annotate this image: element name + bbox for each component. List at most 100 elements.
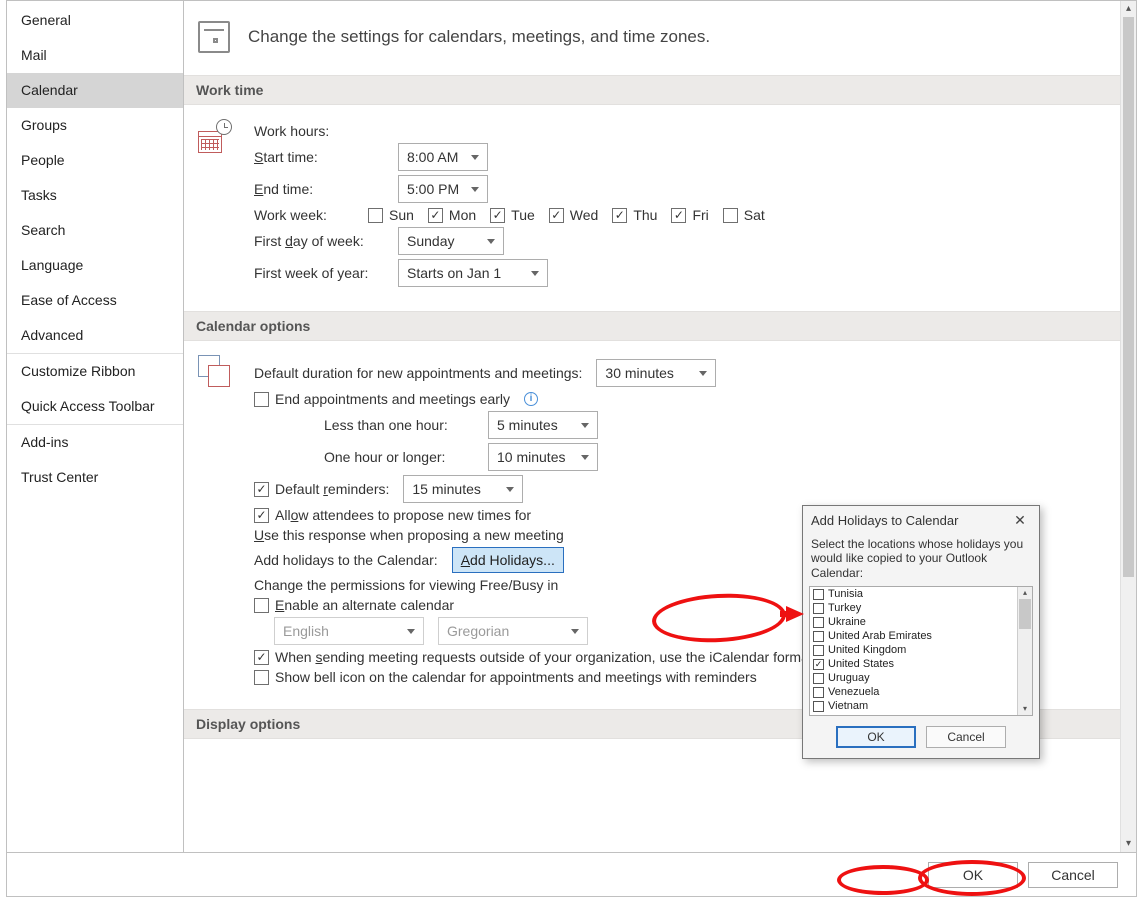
end-time-combo[interactable]: 5:00 PM [398,175,488,203]
day-thu-checkbox[interactable]: ✓Thu [612,207,657,223]
scroll-up-icon[interactable]: ▴ [1121,1,1136,17]
first-week-label: First week of year: [254,265,384,281]
dialog-scrollbar[interactable]: ▴ ▾ [1017,587,1032,715]
first-day-label: First day of week: [254,233,384,249]
country-item[interactable]: Turkey [810,601,1017,615]
sidebar-item-tasks[interactable]: Tasks [7,178,183,213]
allow-propose-checkbox[interactable]: ✓Allow attendees to propose new times fo… [254,507,531,523]
default-reminders-combo[interactable]: 15 minutes [403,475,523,503]
vertical-scrollbar[interactable]: ▴ ▾ [1120,1,1136,852]
section-calendar-options-title: Calendar options [184,311,1120,341]
chevron-down-icon [571,629,579,634]
scroll-down-icon[interactable]: ▾ [1121,836,1136,852]
enable-alt-checkbox[interactable]: ✓Enable an alternate calendar [254,597,454,613]
day-fri-checkbox[interactable]: ✓Fri [671,207,708,223]
dialog-buttons: OK Cancel [803,716,1039,758]
country-item[interactable]: Tunisia [810,587,1017,601]
country-item[interactable]: Ukraine [810,615,1017,629]
lt1-combo[interactable]: 5 minutes [488,411,598,439]
lt1-label: Less than one hour: [324,417,474,433]
sidebar-item-advanced[interactable]: Advanced [7,318,183,353]
sidebar-item-groups[interactable]: Groups [7,108,183,143]
chevron-down-icon [471,155,479,160]
sidebar-item-people[interactable]: People [7,143,183,178]
start-time-combo[interactable]: 8:00 AM [398,143,488,171]
calendar-options-icon [198,355,232,389]
day-sun-checkbox[interactable]: ✓Sun [368,207,414,223]
dialog-title: Add Holidays to Calendar [811,513,958,528]
work-time-icon [198,119,232,153]
sidebar-item-trust-center[interactable]: Trust Center [7,460,183,495]
cancel-button[interactable]: Cancel [1028,862,1118,888]
day-mon-checkbox[interactable]: ✓Mon [428,207,476,223]
chevron-down-icon [699,371,707,376]
chevron-down-icon [487,239,495,244]
country-item[interactable]: ✓United States [810,657,1017,671]
chevron-down-icon [506,487,514,492]
default-duration-combo[interactable]: 30 minutes [596,359,716,387]
bell-icon-checkbox[interactable]: ✓Show bell icon on the calendar for appo… [254,669,757,685]
day-tue-checkbox[interactable]: ✓Tue [490,207,535,223]
add-holidays-dialog: Add Holidays to Calendar ✕ Select the lo… [802,505,1040,759]
first-week-combo[interactable]: Starts on Jan 1 [398,259,548,287]
sidebar-item-ease-of-access[interactable]: Ease of Access [7,283,183,318]
section-work-time-title: Work time [184,75,1120,105]
add-holidays-button[interactable]: Add Holidays... [452,547,564,573]
default-duration-label: Default duration for new appointments an… [254,365,582,381]
alt-lang-combo[interactable]: English [274,617,424,645]
sidebar-item-customize-ribbon[interactable]: Customize Ribbon [7,353,183,389]
dialog-titlebar: Add Holidays to Calendar ✕ [803,506,1039,535]
calendar-icon [198,21,230,53]
alt-cal-combo[interactable]: Gregorian [438,617,588,645]
info-icon[interactable]: i [524,392,538,406]
sidebar-item-search[interactable]: Search [7,213,183,248]
section-work-time: Work hours: Start time: 8:00 AM End time… [184,105,1120,311]
chevron-down-icon [531,271,539,276]
day-wed-checkbox[interactable]: ✓Wed [549,207,599,223]
add-holidays-label: Add holidays to the Calendar: [254,552,438,568]
work-week-days: ✓Sun ✓Mon ✓Tue ✓Wed ✓Thu ✓Fri ✓Sat [368,207,765,223]
country-item[interactable]: Uruguay [810,671,1017,685]
sidebar-item-add-ins[interactable]: Add-ins [7,424,183,460]
close-icon[interactable]: ✕ [1009,512,1031,529]
use-response-label: Use this response when proposing a new m… [254,527,564,543]
scroll-track[interactable] [1121,17,1136,836]
country-item[interactable]: Venezuela [810,685,1017,699]
highlight-arrow-icon [786,606,804,622]
sidebar-item-calendar[interactable]: Calendar [7,73,183,108]
sidebar: GeneralMailCalendarGroupsPeopleTasksSear… [7,1,183,852]
chevron-down-icon [471,187,479,192]
sidebar-item-quick-access-toolbar[interactable]: Quick Access Toolbar [7,389,183,424]
change-permissions-label: Change the permissions for viewing Free/… [254,577,558,593]
ok-button[interactable]: OK [928,862,1018,888]
sidebar-item-mail[interactable]: Mail [7,38,183,73]
country-item[interactable]: Vietnam [810,699,1017,713]
work-hours-label: Work hours: [254,123,329,139]
scroll-up-icon[interactable]: ▴ [1018,587,1032,599]
country-item[interactable]: Yemen [810,713,1017,715]
day-sat-checkbox[interactable]: ✓Sat [723,207,765,223]
chevron-down-icon [581,423,589,428]
dialog-cancel-button[interactable]: Cancel [926,726,1006,748]
footer: OK Cancel [7,852,1136,896]
end-time-label: End time: [254,181,384,197]
options-window: GeneralMailCalendarGroupsPeopleTasksSear… [6,0,1137,897]
ge1-combo[interactable]: 10 minutes [488,443,598,471]
first-day-combo[interactable]: Sunday [398,227,504,255]
end-early-checkbox[interactable]: ✓End appointments and meetings early [254,391,510,407]
country-item[interactable]: United Kingdom [810,643,1017,657]
default-reminders-checkbox[interactable]: ✓Default reminders: [254,481,389,497]
chevron-down-icon [407,629,415,634]
scroll-thumb[interactable] [1019,599,1031,629]
chevron-down-icon [581,455,589,460]
sidebar-item-language[interactable]: Language [7,248,183,283]
ical-checkbox[interactable]: ✓When sending meeting requests outside o… [254,649,813,665]
country-item[interactable]: United Arab Emirates [810,629,1017,643]
scroll-down-icon[interactable]: ▾ [1018,703,1032,715]
dialog-message: Select the locations whose holidays you … [803,535,1039,586]
dialog-ok-button[interactable]: OK [836,726,916,748]
dialog-list: TunisiaTurkeyUkraineUnited Arab Emirates… [809,586,1033,716]
scroll-thumb[interactable] [1123,17,1134,577]
sidebar-item-general[interactable]: General [7,3,183,38]
start-time-label: Start time: [254,149,384,165]
